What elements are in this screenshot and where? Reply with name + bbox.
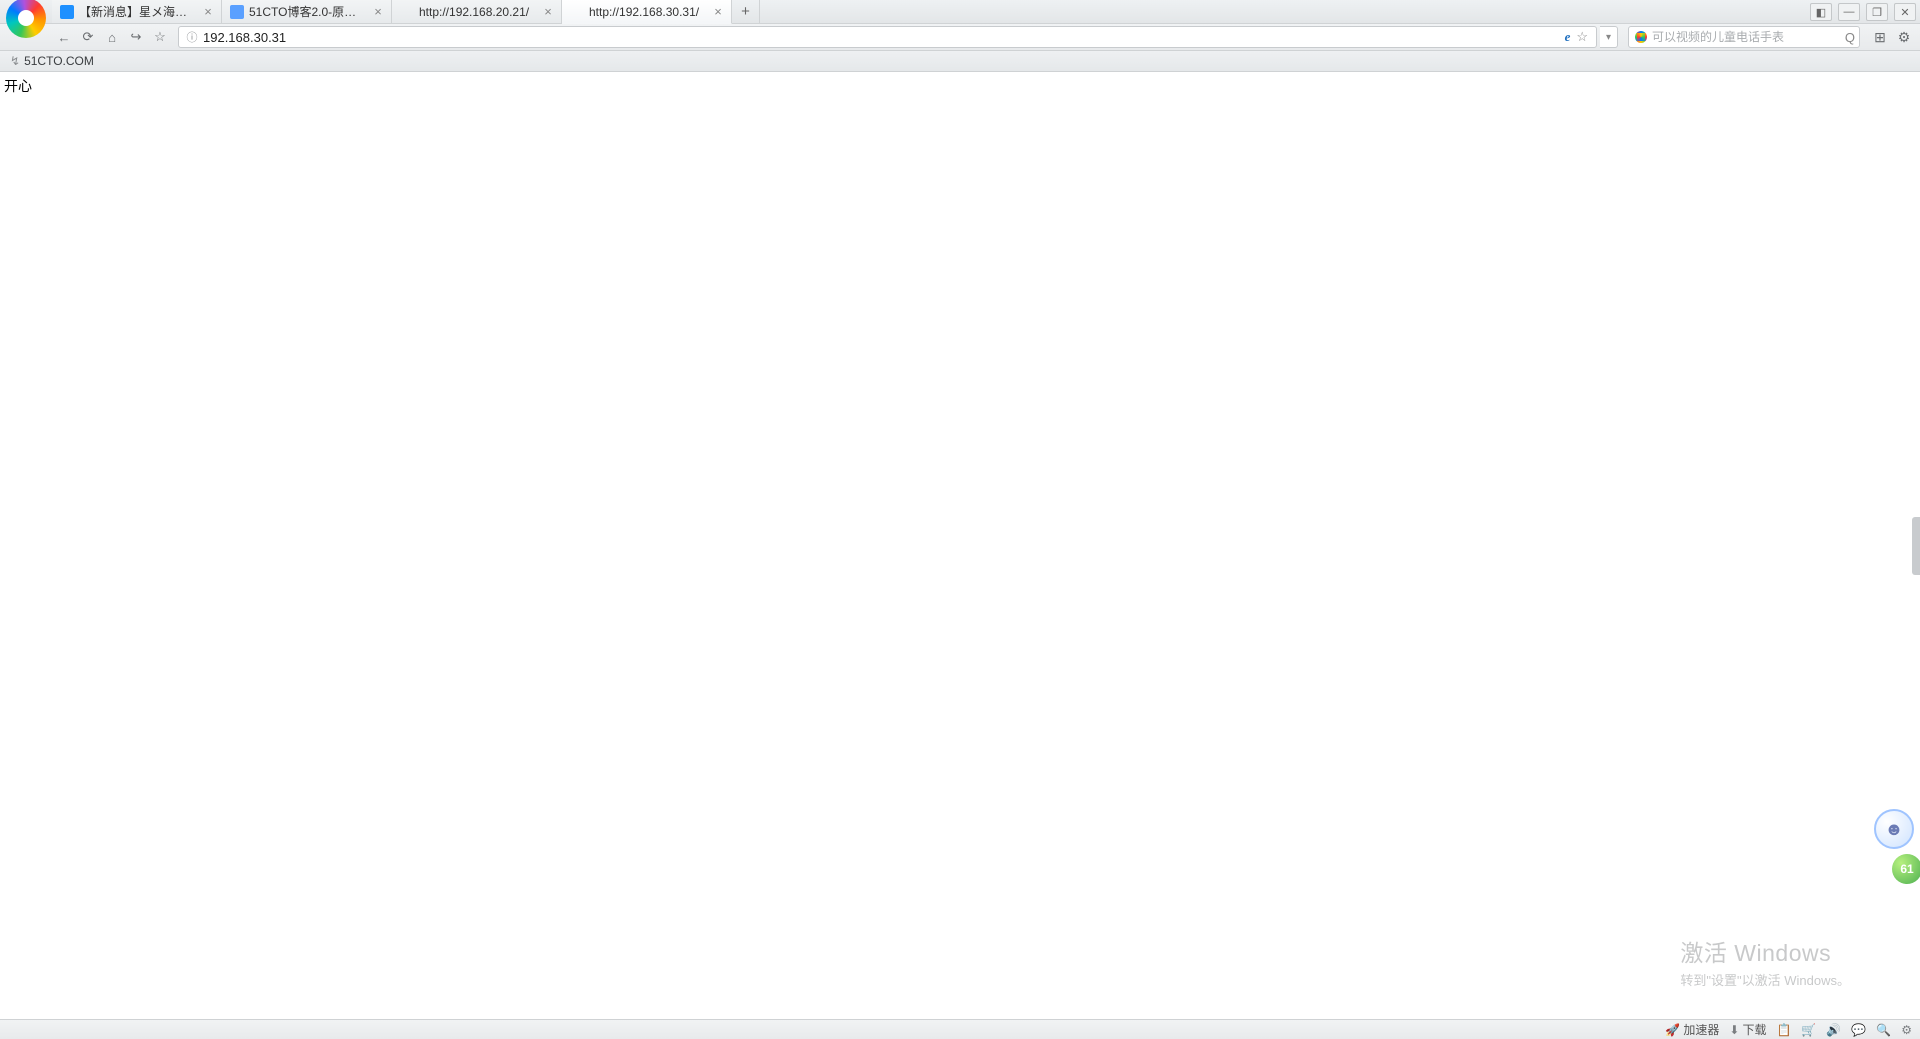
close-icon[interactable]: × <box>371 5 385 19</box>
close-window-button[interactable]: ✕ <box>1894 3 1916 21</box>
restore-button[interactable]: ❐ <box>1866 3 1888 21</box>
sound-icon: 🔊 <box>1826 1023 1841 1037</box>
address-input[interactable] <box>203 30 1561 45</box>
star-button[interactable]: ☆ <box>150 27 170 47</box>
status-clipboard[interactable]: 📋 <box>1776 1023 1791 1037</box>
status-cart[interactable]: 🛒 <box>1801 1023 1816 1037</box>
status-zoom[interactable]: 🔍 <box>1876 1023 1891 1037</box>
page-body-text: 开心 <box>0 72 1920 100</box>
home-button[interactable]: ⌂ <box>102 27 122 47</box>
chat-icon: 💬 <box>1851 1023 1866 1037</box>
status-download[interactable]: ⬇ 下载 <box>1729 1021 1766 1038</box>
close-icon[interactable]: × <box>201 5 215 19</box>
window-controls: ◧ — ❐ ✕ <box>1810 0 1916 24</box>
minimize-button[interactable]: — <box>1838 3 1860 21</box>
status-accelerator[interactable]: 🚀 加速器 <box>1665 1021 1719 1038</box>
float-badge[interactable]: 61 <box>1892 854 1920 884</box>
status-chat[interactable]: 💬 <box>1851 1023 1866 1037</box>
close-icon[interactable]: × <box>711 5 725 19</box>
address-bar[interactable]: ⓘ e ☆ <box>178 26 1597 48</box>
gear-icon: ⚙ <box>1901 1023 1912 1037</box>
status-label: 加速器 <box>1683 1021 1719 1038</box>
reload-button[interactable]: ⟳ <box>78 27 98 47</box>
watermark-line1: 激活 Windows <box>1680 934 1850 968</box>
address-right-icons: e ☆ <box>1561 29 1592 45</box>
skin-button[interactable]: ◧ <box>1810 3 1832 21</box>
assistant-float-icon[interactable]: ☻ <box>1874 809 1914 849</box>
right-tools: ⊞ ⚙ <box>1870 27 1914 47</box>
menu-icon[interactable]: ⚙ <box>1894 27 1914 47</box>
search-go-icon[interactable]: Q <box>1845 30 1855 45</box>
compat-mode-icon[interactable]: e <box>1565 29 1571 45</box>
search-bar[interactable]: Q <box>1628 26 1860 48</box>
search-input[interactable] <box>1652 30 1845 44</box>
bookmarks-bar: ↯ 51CTO.COM <box>0 51 1920 72</box>
status-sound[interactable]: 🔊 <box>1826 1023 1841 1037</box>
address-dropdown-button[interactable]: ▾ <box>1600 26 1618 48</box>
favicon-icon <box>230 5 244 19</box>
tab-2[interactable]: http://192.168.20.21/ × <box>392 0 562 23</box>
zoom-icon: 🔍 <box>1876 1023 1891 1037</box>
tab-label: 51CTO博客2.0-原创IT技 <box>249 3 367 20</box>
tab-label: http://192.168.20.21/ <box>419 5 537 19</box>
rocket-icon: 🚀 <box>1665 1023 1680 1037</box>
bookmark-icon: ↯ <box>10 54 20 68</box>
site-info-icon[interactable]: ⓘ <box>185 29 199 45</box>
status-bar: 🚀 加速器 ⬇ 下载 📋 🛒 🔊 💬 🔍 ⚙ <box>0 1019 1920 1039</box>
tab-label: http://192.168.30.31/ <box>589 5 707 19</box>
favicon-icon <box>60 5 74 19</box>
status-settings[interactable]: ⚙ <box>1901 1023 1912 1037</box>
clipboard-icon: 📋 <box>1776 1023 1791 1037</box>
tab-label: 【新消息】星メ海的个人 <box>79 3 197 20</box>
download-icon: ⬇ <box>1729 1023 1739 1037</box>
bookmark-item[interactable]: ↯ 51CTO.COM <box>6 52 98 70</box>
tab-strip: 【新消息】星メ海的个人 × 51CTO博客2.0-原创IT技 × http://… <box>0 0 1920 24</box>
status-label: 下载 <box>1742 1021 1766 1038</box>
new-tab-button[interactable]: + <box>732 0 760 23</box>
back-button[interactable]: ← <box>54 27 74 47</box>
forward-button[interactable]: ↪ <box>126 27 146 47</box>
watermark-line2: 转到"设置"以激活 Windows。 <box>1680 970 1850 989</box>
search-provider-icon[interactable] <box>1635 31 1647 43</box>
extensions-icon[interactable]: ⊞ <box>1870 27 1890 47</box>
bookmark-label: 51CTO.COM <box>24 54 94 68</box>
tab-1[interactable]: 51CTO博客2.0-原创IT技 × <box>222 0 392 23</box>
close-icon[interactable]: × <box>541 5 555 19</box>
toolbar: ← ⟳ ⌂ ↪ ☆ ⓘ e ☆ ▾ Q ⊞ ⚙ <box>0 24 1920 51</box>
page-viewport: 开心 激活 Windows 转到"设置"以激活 Windows。 ☻ 61 <box>0 72 1920 1019</box>
side-panel-handle[interactable] <box>1912 517 1920 575</box>
tab-0[interactable]: 【新消息】星メ海的个人 × <box>52 0 222 23</box>
tab-3[interactable]: http://192.168.30.31/ × <box>562 0 732 24</box>
favorite-icon[interactable]: ☆ <box>1576 29 1588 45</box>
windows-activation-watermark: 激活 Windows 转到"设置"以激活 Windows。 <box>1680 934 1850 989</box>
cart-icon: 🛒 <box>1801 1023 1816 1037</box>
